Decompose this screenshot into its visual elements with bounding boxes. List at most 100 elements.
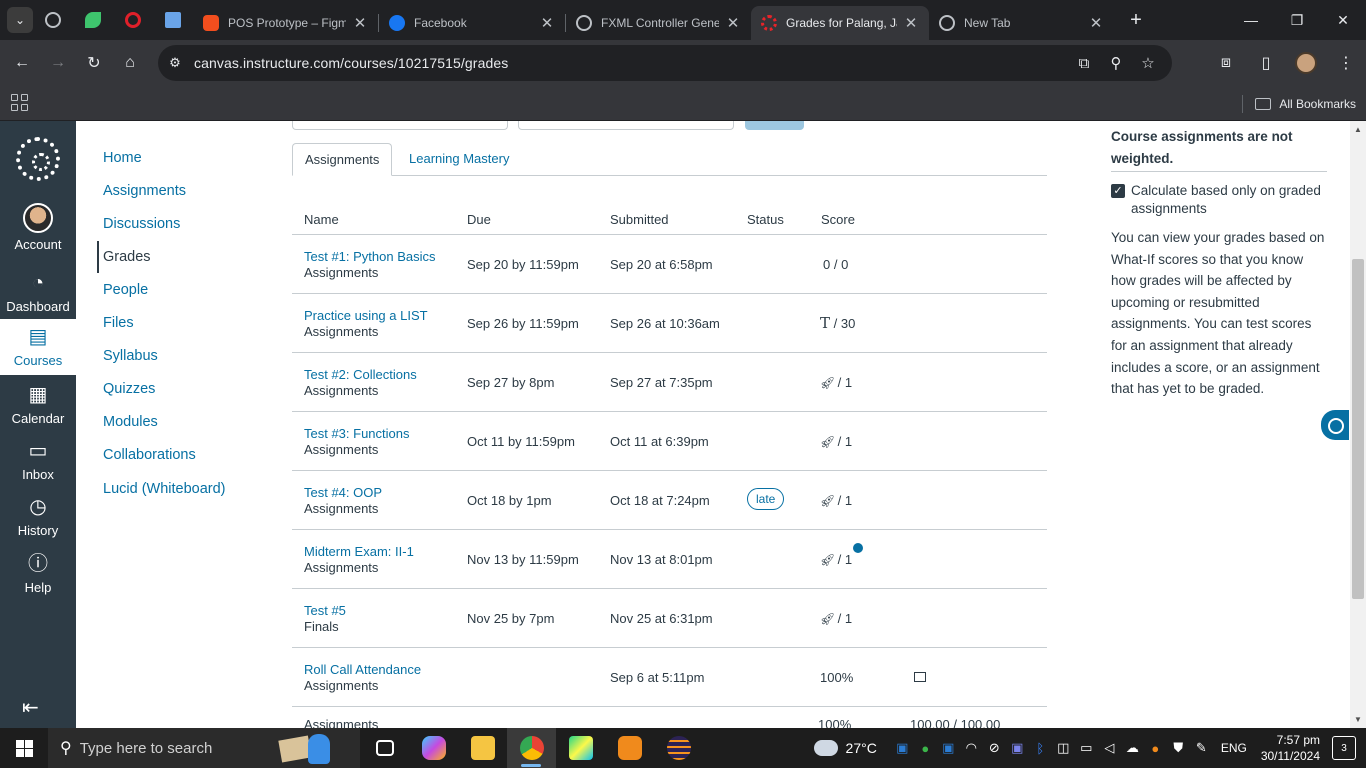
pinned-tab-leaf[interactable] <box>73 0 113 40</box>
course-nav-assignments[interactable]: Assignments <box>103 183 186 199</box>
copilot-button[interactable] <box>409 728 458 768</box>
pycharm-button[interactable] <box>556 728 605 768</box>
global-nav-courses[interactable]: ▤ Courses <box>0 319 76 375</box>
course-nav-collaborations[interactable]: Collaborations <box>103 447 196 463</box>
assignment-link[interactable]: Test #2: Collections <box>304 367 417 382</box>
close-icon[interactable]: ✕ <box>725 14 741 32</box>
taskbar-search[interactable]: ⚲ Type here to search <box>48 728 360 768</box>
tab-new-tab[interactable]: New Tab ✕ <box>929 6 1114 40</box>
global-nav-help[interactable]: ⓘ Help <box>0 552 76 608</box>
pinned-tab-image[interactable] <box>153 0 193 40</box>
score[interactable]: 🚀︎ / 1 <box>820 493 852 508</box>
scroll-thumb[interactable] <box>1352 259 1364 599</box>
back-button[interactable]: ← <box>4 45 40 81</box>
close-icon[interactable]: ✕ <box>903 14 919 32</box>
assignment-link[interactable]: Roll Call Attendance <box>304 662 421 677</box>
tab-facebook[interactable]: Facebook ✕ <box>379 6 565 40</box>
profile-button[interactable] <box>1286 45 1326 81</box>
site-info-icon[interactable]: ⚙ <box>160 55 190 71</box>
score[interactable]: 🚀︎ / 1 <box>820 611 852 626</box>
volume-icon[interactable]: ◁ <box>1098 740 1121 756</box>
collapse-nav-icon[interactable]: ⇤ <box>22 695 39 720</box>
chrome-button[interactable] <box>507 728 556 768</box>
course-nav-quizzes[interactable]: Quizzes <box>103 381 155 397</box>
course-nav-discussions[interactable]: Discussions <box>103 216 180 232</box>
display-icon[interactable]: ▭ <box>1075 740 1098 756</box>
tray-app-icon[interactable]: ● <box>1144 741 1167 756</box>
apps-icon[interactable] <box>11 94 28 111</box>
zoom-icon[interactable]: ⚲ <box>1100 54 1132 72</box>
assignment-link[interactable]: Test #4: OOP <box>304 485 382 500</box>
task-view-button[interactable] <box>360 728 409 768</box>
home-button[interactable]: ⌂ <box>112 45 148 81</box>
menu-icon[interactable]: ⋮ <box>1326 45 1366 81</box>
canvas-logo-icon[interactable] <box>16 137 60 181</box>
close-icon[interactable]: ✕ <box>352 14 368 32</box>
score[interactable]: 🚀︎ / 1 <box>820 434 852 449</box>
score[interactable]: 0 / 0 <box>823 257 848 272</box>
arrange-by-select[interactable] <box>518 121 734 130</box>
pinned-tab-opera[interactable] <box>113 0 153 40</box>
wifi-icon[interactable]: ◠ <box>960 740 983 756</box>
security-icon[interactable]: ⛊ <box>1167 740 1190 756</box>
header-score[interactable]: Score <box>821 212 855 227</box>
apply-button[interactable] <box>745 121 804 130</box>
assignment-link[interactable]: Midterm Exam: II-1 <box>304 544 414 559</box>
score[interactable]: 100% <box>820 670 853 685</box>
pinned-tab-chatgpt[interactable] <box>33 0 73 40</box>
assignment-link[interactable]: Test #1: Python Basics <box>304 249 436 264</box>
rubric-cell[interactable] <box>909 670 926 685</box>
close-icon[interactable]: ✕ <box>1088 14 1104 32</box>
new-tab-button[interactable]: + <box>1122 6 1150 34</box>
start-button[interactable] <box>0 728 48 768</box>
language-indicator[interactable]: ENG <box>1221 741 1247 755</box>
shield-icon[interactable]: ● <box>914 741 937 756</box>
word-icon[interactable]: ▣ <box>891 740 914 756</box>
course-nav-home[interactable]: Home <box>103 150 142 166</box>
course-nav-lucid[interactable]: Lucid (Whiteboard) <box>103 481 226 497</box>
score[interactable]: 🚀︎ / 1 <box>820 552 852 567</box>
course-nav-modules[interactable]: Modules <box>103 414 158 430</box>
weather-widget[interactable]: 27°C <box>813 740 877 756</box>
reload-button[interactable]: ↻ <box>76 45 112 81</box>
brave-app-button[interactable] <box>605 728 654 768</box>
minimize-button[interactable]: — <box>1228 0 1274 40</box>
course-nav-grades[interactable]: Grades <box>103 249 151 265</box>
score[interactable]: T / 30 <box>820 314 855 332</box>
bookmark-star-icon[interactable]: ☆ <box>1132 54 1164 72</box>
app-tray-icon[interactable]: ▣ <box>937 740 960 756</box>
course-nav-people[interactable]: People <box>103 282 148 298</box>
teams-icon[interactable]: ▣ <box>1006 740 1029 756</box>
global-nav-inbox[interactable]: ▭ Inbox <box>0 439 76 495</box>
chat-widget-icon[interactable] <box>1321 410 1349 440</box>
cloud-sync-icon[interactable]: ☁ <box>1121 740 1144 756</box>
header-submitted[interactable]: Submitted <box>610 212 669 227</box>
header-name[interactable]: Name <box>304 212 339 227</box>
forward-button[interactable]: → <box>40 45 76 81</box>
close-icon[interactable]: ✕ <box>539 14 555 32</box>
course-nav-syllabus[interactable]: Syllabus <box>103 348 158 364</box>
header-status[interactable]: Status <box>747 212 784 227</box>
tab-assignments[interactable]: Assignments <box>292 143 393 176</box>
pen-icon[interactable]: ✎ <box>1190 740 1213 756</box>
eclipse-button[interactable] <box>654 728 703 768</box>
page-scrollbar[interactable]: ▲ ▼ <box>1350 121 1366 728</box>
notification-icon[interactable]: 3 <box>1332 736 1356 760</box>
scroll-up-icon[interactable]: ▲ <box>1354 125 1362 134</box>
file-explorer-button[interactable] <box>458 728 507 768</box>
course-nav-files[interactable]: Files <box>103 315 134 331</box>
global-nav-calendar[interactable]: ▦ Calendar <box>0 383 76 439</box>
course-select[interactable] <box>292 121 508 130</box>
restore-button[interactable]: ❐ <box>1274 0 1320 40</box>
reading-list-icon[interactable]: ▯ <box>1246 45 1286 81</box>
header-due[interactable]: Due <box>467 212 491 227</box>
tab-fxml[interactable]: FXML Controller Gene ✕ <box>566 6 751 40</box>
clock[interactable]: 7:57 pm 30/11/2024 <box>1261 732 1320 764</box>
graded-only-checkbox[interactable]: ✓ Calculate based only on graded assignm… <box>1111 182 1326 218</box>
global-nav-account[interactable]: Account <box>0 203 76 263</box>
scroll-down-icon[interactable]: ▼ <box>1354 715 1362 724</box>
tab-search-button[interactable]: ⌄ <box>7 7 33 33</box>
address-bar[interactable]: ⚙ canvas.instructure.com/courses/1021751… <box>158 45 1172 81</box>
global-nav-history[interactable]: ◷ History <box>0 495 76 551</box>
install-app-icon[interactable]: ⧉ <box>1068 55 1100 72</box>
